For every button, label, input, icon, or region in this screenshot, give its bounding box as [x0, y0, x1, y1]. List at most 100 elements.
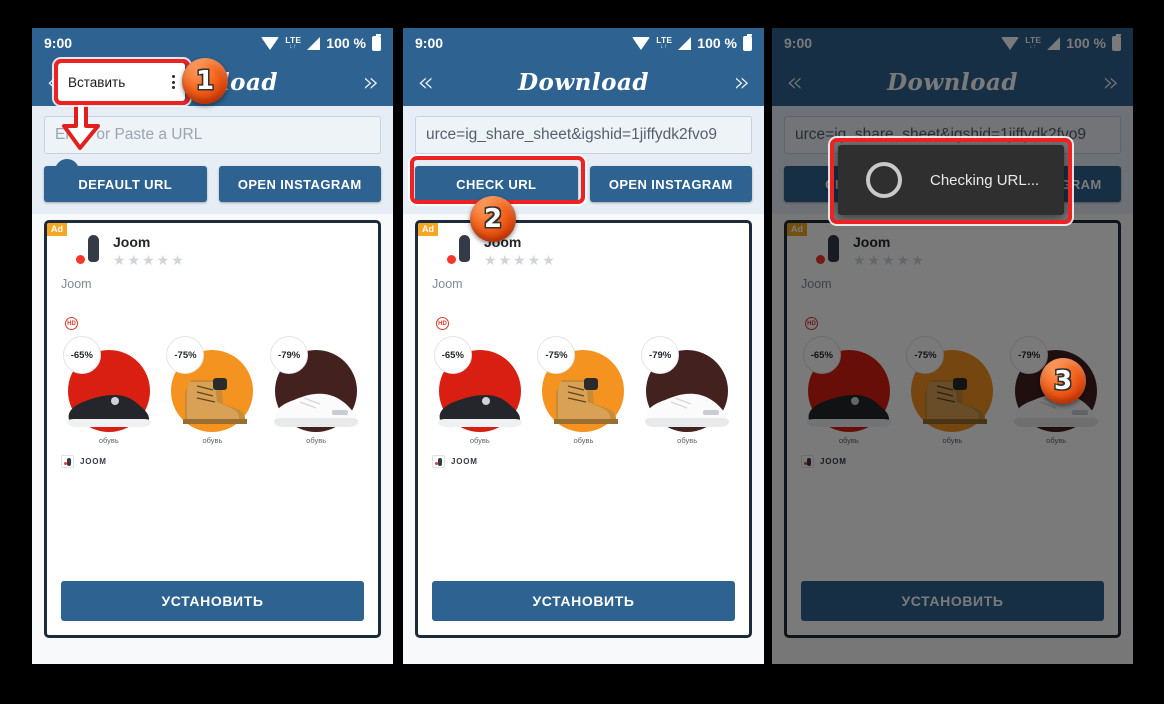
status-bar: 9:00 LTE ↓↑ 100 % — [772, 28, 1133, 58]
product-item[interactable]: -65% обувь — [61, 336, 157, 445]
lte-icon: LTE ↓↑ — [285, 34, 302, 51]
product-item[interactable]: -79% обувь — [639, 336, 735, 445]
back-chevron-icon[interactable]: « — [417, 69, 434, 96]
paste-popup[interactable]: Вставить — [58, 63, 185, 101]
ad-card[interactable]: Ad Joom ★★★★★ Joom HD -65% обувь -75% об… — [415, 220, 752, 638]
ad-rating-stars: ★★★★★ — [113, 252, 186, 269]
joom-mini-logo-icon — [61, 455, 74, 469]
joom-mini-logo-icon — [801, 455, 814, 469]
ad-label-badge: Ad — [47, 223, 67, 236]
open-instagram-button[interactable]: OPEN INSTAGRAM — [589, 166, 752, 202]
ad-card[interactable]: Ad Joom ★★★★★ Joom HD -65% обувь -75% об… — [784, 220, 1121, 638]
phone-panel-1: 9:00 LTE ↓↑ 100 % « Download » Enter or … — [32, 28, 393, 664]
hd-badge-icon: HD — [65, 317, 78, 331]
product-item[interactable]: -75% обувь — [904, 336, 1000, 445]
product-caption: обувь — [942, 436, 963, 446]
ad-footer-brand-text: JOOM — [820, 457, 847, 467]
status-time: 9:00 — [415, 35, 444, 51]
install-button[interactable]: УСТАНОВИТЬ — [432, 581, 735, 621]
ad-subtitle: Joom — [61, 277, 92, 292]
ad-header: Joom ★★★★★ — [47, 223, 378, 267]
wifi-icon — [632, 36, 651, 50]
product-item[interactable]: -75% обувь — [164, 336, 260, 445]
open-instagram-button[interactable]: OPEN INSTAGRAM — [218, 166, 381, 202]
loading-spinner-icon — [866, 162, 902, 198]
ad-rating-stars: ★★★★★ — [853, 252, 926, 269]
back-chevron-icon[interactable]: « — [786, 69, 803, 96]
ad-footer-brand-text: JOOM — [451, 457, 478, 467]
paste-arrow-icon — [62, 96, 100, 150]
status-bar: 9:00 LTE ↓↑ 100 % — [32, 28, 393, 58]
battery-percent: 100 % — [1066, 35, 1106, 51]
action-button-row: CHECK URL OPEN INSTAGRAM — [415, 166, 752, 202]
hd-badge-icon: HD — [805, 317, 818, 331]
page-title: Download — [887, 68, 1018, 96]
status-icons: LTE ↓↑ 100 % — [1001, 33, 1121, 51]
hd-badge-icon: HD — [436, 317, 449, 331]
battery-icon — [1112, 33, 1121, 51]
step-badge-3: 3 — [1040, 358, 1086, 404]
ad-app-name: Joom — [853, 234, 891, 250]
ad-card[interactable]: Ad Joom ★★★★★ Joom HD -65% обувь -75% об… — [44, 220, 381, 638]
ad-label-badge: Ad — [418, 223, 438, 236]
install-button[interactable]: УСТАНОВИТЬ — [61, 581, 364, 621]
ad-rating-stars: ★★★★★ — [484, 252, 557, 269]
ad-footer-brand-text: JOOM — [80, 457, 107, 467]
product-item[interactable]: -75% обувь — [535, 336, 631, 445]
page-title: Download — [518, 68, 649, 96]
ad-subtitle: Joom — [432, 277, 463, 292]
url-form-area: urce=ig_share_sheet&igshid=1jiffydk2fvo9… — [403, 106, 764, 214]
ad-app-info: Joom ★★★★★ — [853, 234, 926, 269]
ad-label-badge: Ad — [787, 223, 807, 236]
status-time: 9:00 — [44, 35, 73, 51]
product-caption: обувь — [838, 436, 859, 446]
status-time: 9:00 — [784, 35, 813, 51]
product-item[interactable]: -65% обувь — [801, 336, 897, 445]
status-icons: LTE ↓↑ 100 % — [261, 33, 381, 51]
text-cursor-handle-icon[interactable] — [52, 153, 82, 189]
battery-percent: 100 % — [326, 35, 366, 51]
ad-footer-brand: JOOM — [47, 445, 378, 469]
app-bar: « Download » — [772, 58, 1133, 106]
ad-subtitle: Joom — [801, 277, 832, 292]
battery-icon — [743, 33, 752, 51]
step-badge-1: 1 — [182, 58, 228, 104]
signal-icon — [1047, 36, 1061, 50]
joom-logo-icon — [446, 235, 472, 265]
screenshot-stage: 9:00 LTE ↓↑ 100 % « Download » Enter or … — [0, 0, 1164, 704]
forward-chevron-icon[interactable]: » — [733, 69, 750, 96]
action-button-row: DEFAULT URL OPEN INSTAGRAM — [44, 166, 381, 202]
joom-logo-icon — [815, 235, 841, 265]
ad-app-name: Joom — [113, 234, 151, 250]
product-item[interactable]: -65% обувь — [432, 336, 528, 445]
ad-product-row: -65% обувь -75% обувь -79% обувь — [47, 330, 378, 445]
discount-badge: -65% — [62, 336, 101, 375]
signal-icon — [678, 36, 692, 50]
step-badge-2: 2 — [470, 196, 516, 242]
kebab-menu-icon[interactable] — [172, 75, 175, 89]
discount-badge: -65% — [802, 336, 841, 375]
url-input[interactable]: urce=ig_share_sheet&igshid=1jiffydk2fvo9 — [415, 116, 752, 154]
product-caption: обувь — [202, 436, 223, 446]
joom-mini-logo-icon — [432, 455, 445, 469]
forward-chevron-icon[interactable]: » — [1102, 69, 1119, 96]
product-item[interactable]: -79% обувь — [268, 336, 364, 445]
ad-container: Ad Joom ★★★★★ Joom HD -65% обувь -75% об… — [772, 214, 1133, 638]
discount-badge: -65% — [433, 336, 472, 375]
ad-footer-brand: JOOM — [418, 445, 749, 469]
product-caption: обувь — [98, 436, 119, 446]
install-button[interactable]: УСТАНОВИТЬ — [801, 581, 1104, 621]
signal-icon — [307, 36, 321, 50]
battery-icon — [372, 33, 381, 51]
lte-icon: LTE ↓↑ — [1025, 34, 1042, 51]
forward-chevron-icon[interactable]: » — [362, 69, 379, 96]
product-caption: обувь — [677, 436, 698, 446]
ad-header: Joom ★★★★★ — [787, 223, 1118, 267]
product-caption: обувь — [306, 436, 327, 446]
product-caption: обувь — [469, 436, 490, 446]
ad-product-row: -65% обувь -75% обувь -79% обувь — [418, 330, 749, 445]
wifi-icon — [1001, 36, 1020, 50]
app-bar: « Download » — [403, 58, 764, 106]
product-caption: обувь — [1046, 436, 1067, 446]
product-caption: обувь — [573, 436, 594, 446]
